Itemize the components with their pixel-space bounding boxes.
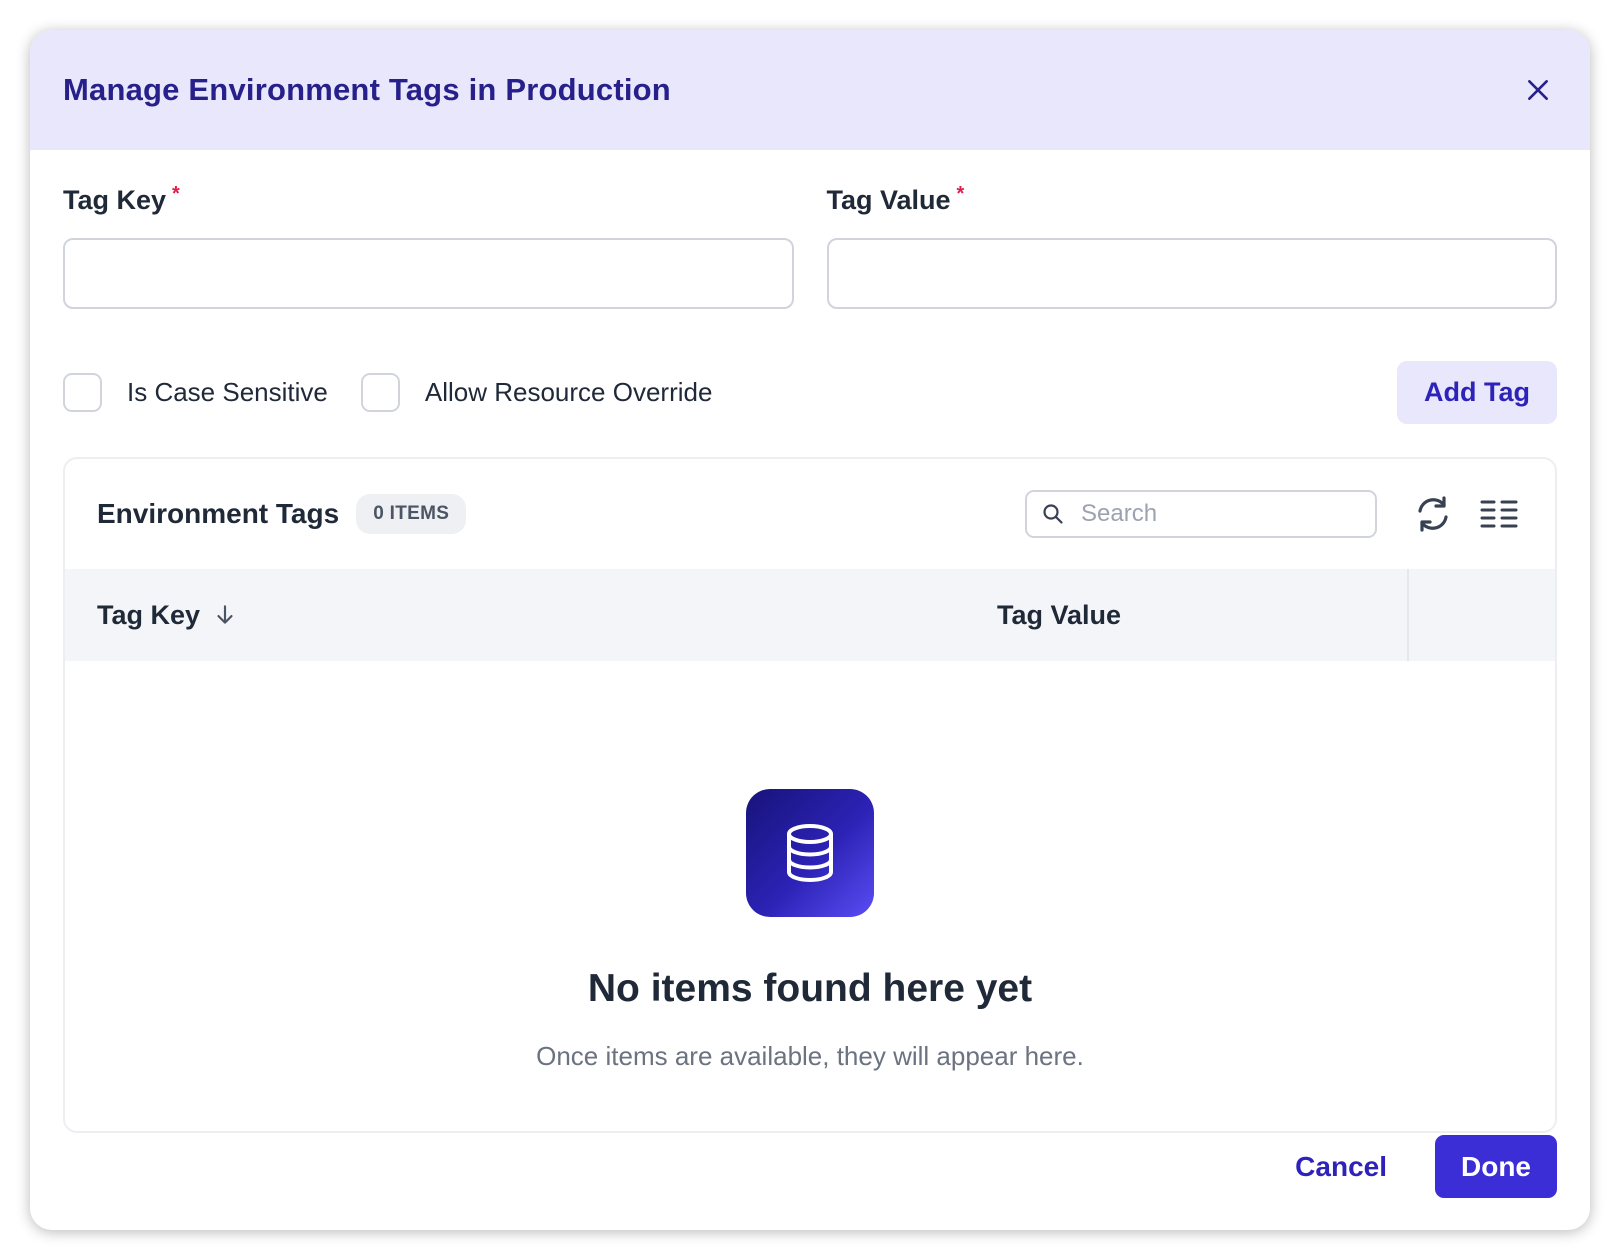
tag-value-label-text: Tag Value: [826, 185, 951, 215]
dialog-header: Manage Environment Tags in Production: [30, 30, 1590, 150]
tag-key-label: Tag Key *: [63, 183, 794, 235]
case-sensitive-label[interactable]: Is Case Sensitive: [127, 377, 328, 408]
table-header-row: Tag Key Tag Value: [65, 569, 1555, 661]
column-header-tag-key[interactable]: Tag Key: [65, 600, 997, 631]
required-mark: *: [956, 183, 965, 205]
search-icon: [1043, 504, 1063, 524]
column-header-tag-value-label: Tag Value: [997, 599, 1122, 630]
search-box[interactable]: [1025, 490, 1377, 538]
cancel-button[interactable]: Cancel: [1295, 1141, 1387, 1193]
search-input[interactable]: [1079, 499, 1349, 529]
tag-key-field: Tag Key *: [63, 183, 794, 309]
column-settings-button[interactable]: [1477, 492, 1521, 536]
tag-options: Is Case Sensitive Allow Resource Overrid…: [63, 360, 1557, 424]
empty-state-icon-tile: [746, 789, 874, 917]
database-icon: [787, 824, 833, 883]
dialog-footer: Cancel Done: [1295, 1135, 1557, 1198]
tag-value-input[interactable]: [826, 238, 1557, 309]
column-header-tag-key-label: Tag Key: [97, 599, 201, 630]
item-count-badge: 0 ITEMS: [356, 494, 467, 534]
close-icon: [1528, 80, 1548, 100]
dialog-title: Manage Environment Tags in Production: [63, 72, 671, 107]
allow-override-label[interactable]: Allow Resource Override: [425, 377, 713, 408]
allow-override-checkbox[interactable]: [360, 372, 400, 412]
empty-state-title: No items found here yet: [587, 967, 1033, 1010]
column-header-tag-value[interactable]: Tag Value: [997, 569, 1407, 661]
arrow-down-icon: [217, 605, 233, 624]
table-title: Environment Tags: [97, 498, 340, 529]
tag-key-input[interactable]: [63, 238, 794, 309]
required-mark: *: [172, 183, 180, 205]
tag-key-label-text: Tag Key: [63, 185, 167, 215]
tag-value-label: Tag Value *: [826, 183, 1558, 235]
column-settings-icon: [1480, 500, 1518, 528]
environment-tags-table: Environment Tags 0 ITEMS Search Tag Key …: [63, 457, 1557, 1133]
manage-tags-dialog: Manage Environment Tags in Production Ta…: [30, 30, 1590, 1230]
case-sensitive-checkbox[interactable]: [63, 372, 102, 412]
empty-state-subtitle: Once items are available, they will appe…: [536, 1041, 1084, 1071]
empty-state: No items found here yet Once items are a…: [65, 661, 1555, 1131]
close-button[interactable]: [1518, 70, 1558, 110]
column-header-actions: [1407, 569, 1555, 661]
tag-form: Tag Key * Tag Value *: [63, 183, 1558, 309]
refresh-icon: [1418, 496, 1448, 532]
refresh-button[interactable]: [1411, 492, 1455, 536]
done-button[interactable]: Done: [1435, 1135, 1557, 1198]
add-tag-button[interactable]: Add Tag: [1397, 360, 1557, 424]
table-toolbar: Environment Tags 0 ITEMS: [65, 459, 1555, 569]
tag-value-field: Tag Value *: [826, 183, 1558, 309]
